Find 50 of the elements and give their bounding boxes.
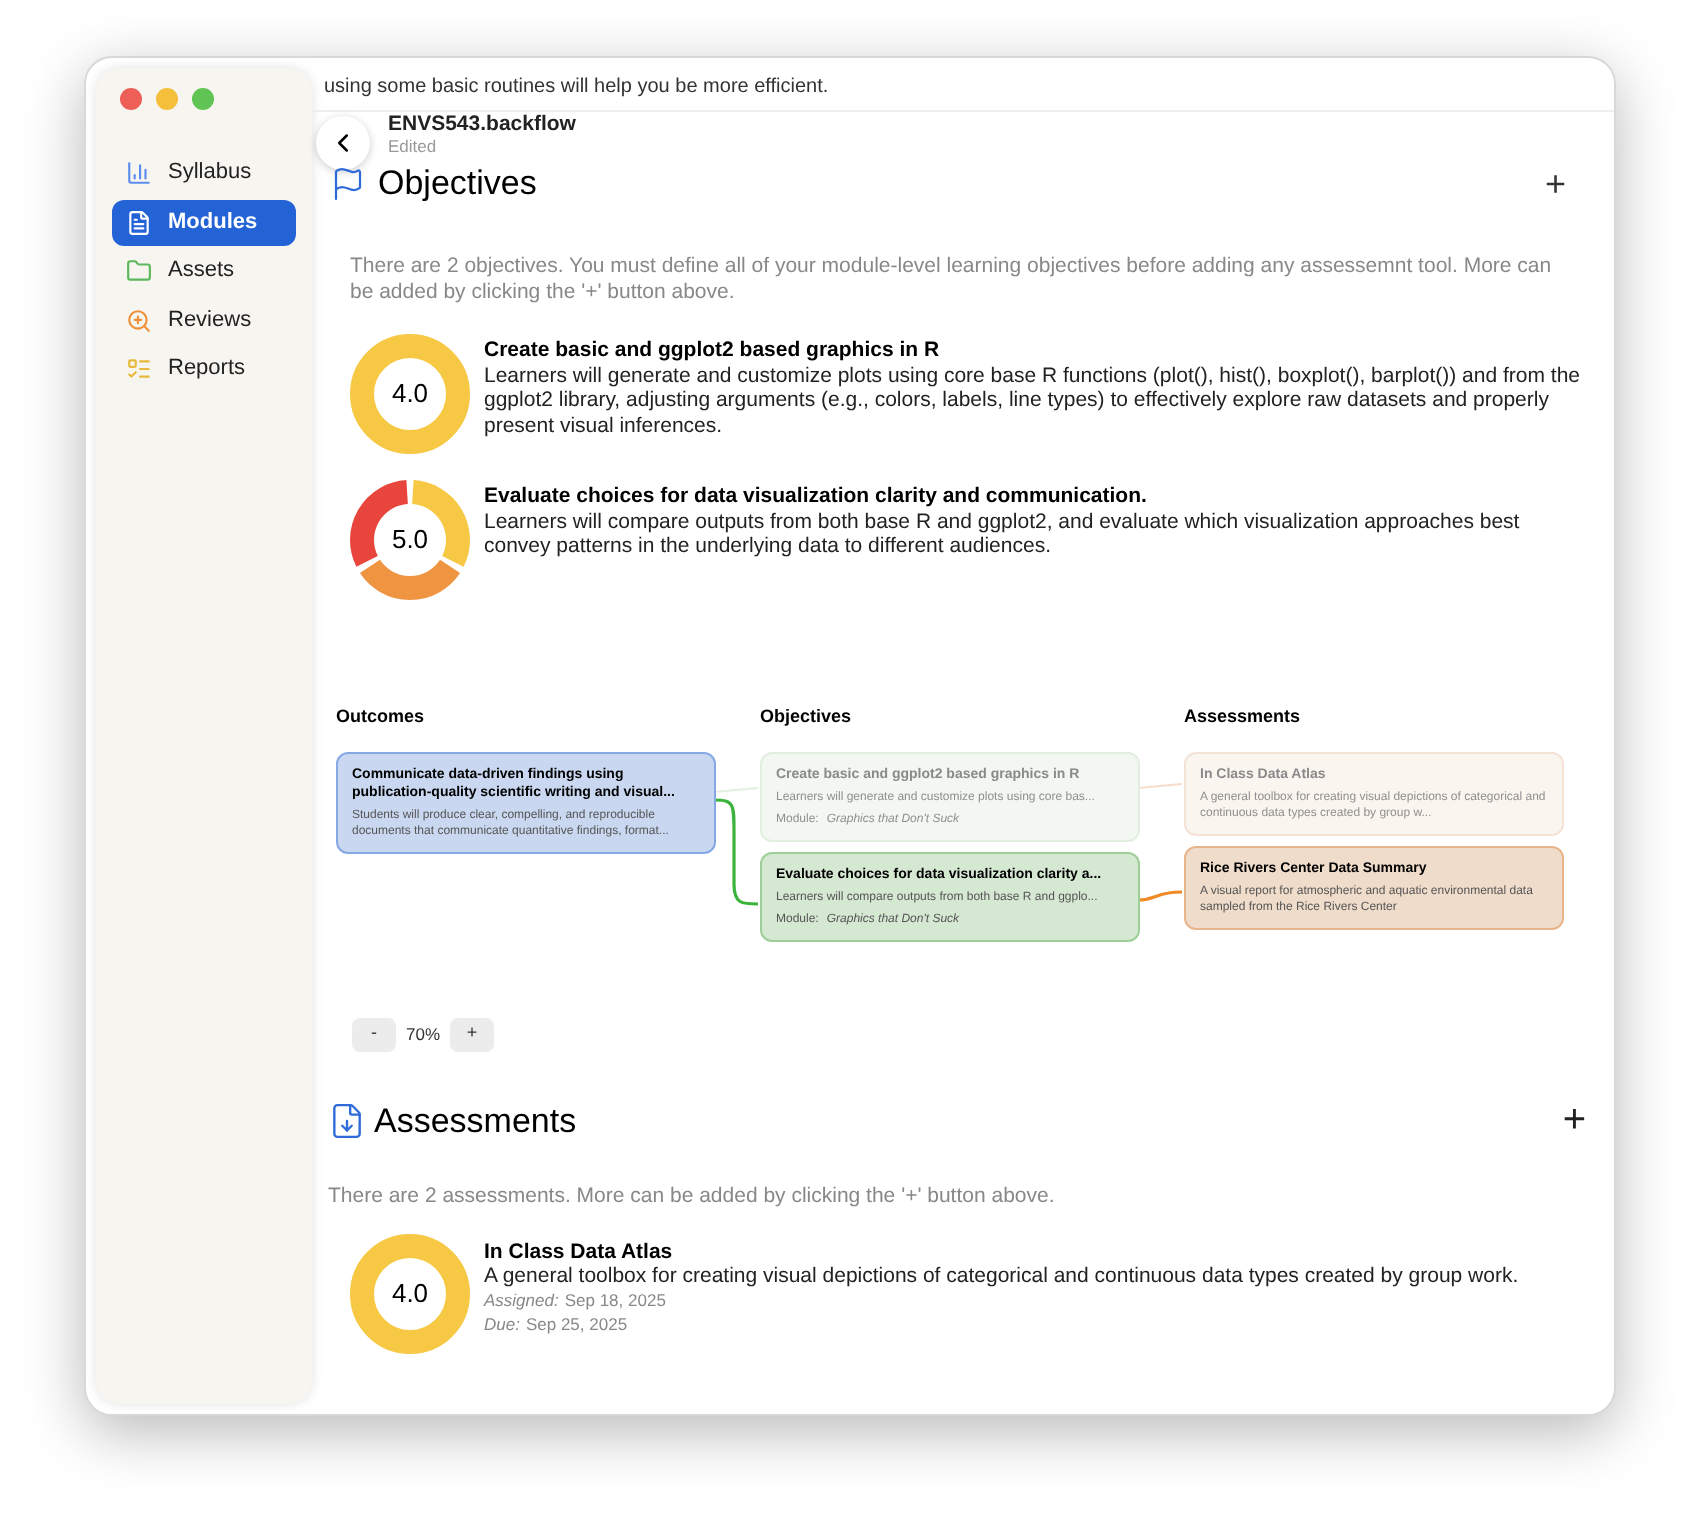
column-heading: Assessments — [1184, 703, 1303, 729]
column-heading: Objectives — [760, 703, 854, 730]
magnifier-icon — [126, 307, 152, 333]
sidebar-item[interactable]: Assets — [112, 248, 296, 294]
minimize-window-button[interactable] — [156, 88, 178, 110]
assessments-note: There are 2 assessments. More can be added by clicking the '+' button above. — [326, 1182, 1057, 1212]
due-label: Due: — [484, 1311, 520, 1336]
document-title: ENVS543.backflow — [388, 113, 576, 135]
diagram-node[interactable] — [336, 752, 716, 854]
assessment-description: A general toolbox for creating visual depictions of categorical and continuous data types created by group work. — [484, 1263, 1519, 1288]
add-button[interactable]: + — [1544, 165, 1566, 202]
objective-title: Evaluate choices for data visualization clarity and communication. — [484, 483, 1149, 509]
sidebar-item[interactable]: Modules — [112, 199, 296, 245]
connector-line — [713, 797, 758, 905]
add-button[interactable]: + — [1562, 1100, 1586, 1141]
sidebar-item[interactable]: Syllabus — [112, 150, 296, 196]
assigned-date: Sep 18, 2025 — [564, 1287, 666, 1312]
zoom-in-button[interactable]: + — [450, 1017, 495, 1051]
bar-chart-icon — [126, 160, 152, 186]
score-ring — [350, 333, 470, 453]
sidebar-item[interactable]: Reviews — [112, 297, 296, 343]
back-button[interactable] — [316, 116, 370, 170]
folder-icon — [126, 258, 152, 284]
document-status: Edited — [388, 135, 439, 157]
column-heading: Outcomes — [336, 703, 427, 729]
sidebar-item[interactable]: Reports — [112, 346, 296, 392]
close-window-button[interactable] — [120, 88, 142, 110]
due-date: Sep 25, 2025 — [525, 1311, 628, 1336]
top-note: using some basic routines will help you be more efficient. — [324, 76, 829, 98]
flag-icon — [330, 165, 366, 202]
score-value: 5.0 — [391, 525, 429, 553]
assigned-label: Assigned: — [484, 1287, 559, 1312]
document-icon — [126, 209, 152, 235]
assessment-title: In Class Data Atlas — [484, 1239, 675, 1264]
objective-description: Learners will generate and customize plots using core base R functions (plot(), hist(), boxplot(), barplot()) and from the ggplot2 library, adjusting arguments (e.g., colors, labels, line types) to effectively explore raw datasets and properly present visual inferences. — [484, 363, 1582, 438]
zoom-out-button[interactable]: - — [352, 1017, 396, 1051]
score-value: 4.0 — [391, 379, 429, 407]
objective-description: Learners will compare outputs from both base R and ggplot2, and evaluate which visualization approaches best convey patterns in the underlying data to different audiences. — [484, 509, 1522, 559]
list-icon — [126, 356, 152, 382]
score-ring — [350, 1233, 470, 1354]
connector-line — [1137, 782, 1183, 788]
section-title: Objectives — [378, 162, 537, 206]
section-title: Assessments — [374, 1099, 577, 1143]
objectives-note: There are 2 objectives. You must define all of your module-level learning objectives before adding any assessemnt tool. More can be added by clicking the '+' button above. — [348, 253, 1554, 305]
connector-line — [1137, 889, 1183, 901]
zoom-level: 70% — [404, 1021, 443, 1047]
objective-title: Create basic and ggplot2 based graphics in R — [484, 337, 942, 363]
score-ring — [350, 479, 470, 599]
score-value: 4.0 — [391, 1279, 429, 1308]
maximize-window-button[interactable] — [192, 88, 214, 110]
